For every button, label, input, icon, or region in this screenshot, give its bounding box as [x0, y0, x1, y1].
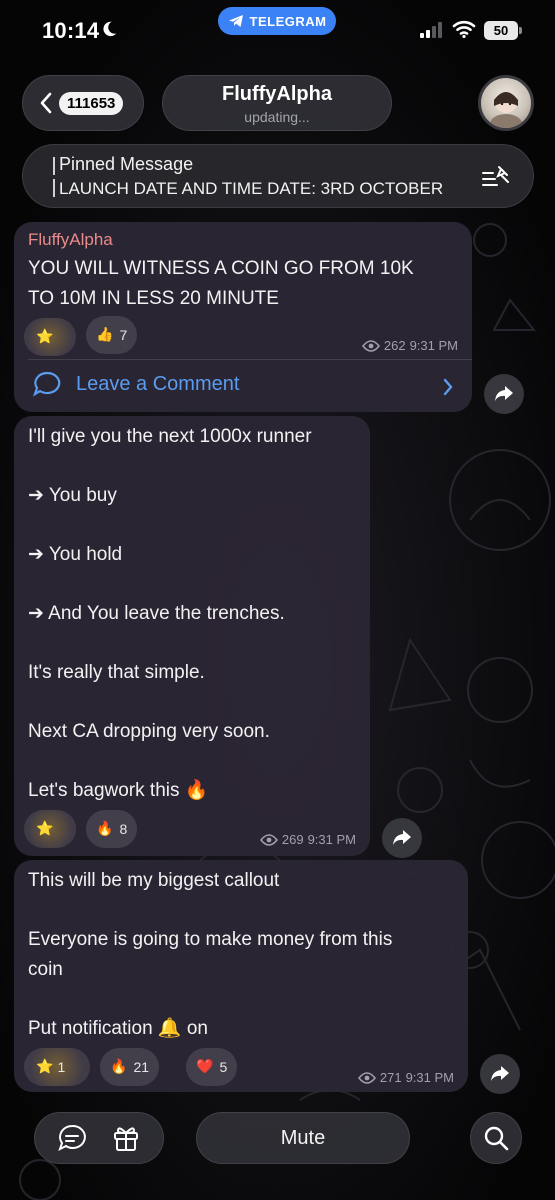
pinned-message-bar[interactable]: Pinned Message LAUNCH DATE AND TIME DATE… [22, 144, 534, 208]
message-meta: 271 9:31 PM [357, 1070, 454, 1085]
comment-bubble-icon [33, 371, 61, 397]
comment-label: Leave a Comment [76, 372, 240, 395]
star-emoji: ⭐ [36, 821, 54, 837]
message-line: Let's bagwork this 🔥 [28, 780, 209, 801]
message-line [28, 629, 312, 659]
message-meta: 269 9:31 PM [259, 832, 356, 847]
reaction-count: 8 [119, 821, 128, 837]
thumbs-up-emoji: 👍 [96, 327, 114, 343]
search-icon [484, 1126, 509, 1151]
share-button[interactable] [484, 374, 524, 414]
pinned-title: Pinned Message [59, 154, 194, 174]
view-count: 271 [379, 1070, 402, 1085]
pinned-indicator [53, 157, 55, 197]
comment-divider [28, 359, 472, 360]
signal-icon [420, 22, 442, 38]
eye-icon [259, 833, 278, 846]
reaction-heart[interactable]: ❤️ 5 [186, 1048, 238, 1086]
share-icon [495, 386, 513, 401]
status-time: 10:14 [42, 18, 100, 43]
heart-emoji: ❤️ [196, 1059, 214, 1075]
unread-count-badge: 111653 [59, 91, 124, 115]
bottom-actions [34, 1112, 164, 1164]
fire-emoji: 🔥 [96, 821, 114, 837]
chevron-left-icon [40, 92, 52, 114]
eye-icon [357, 1071, 376, 1084]
view-count: 269 [281, 832, 304, 847]
wifi-icon [452, 20, 476, 38]
mute-button[interactable]: Mute [196, 1112, 410, 1164]
pin-list-icon[interactable] [481, 163, 511, 191]
message-line: YOU WILL WITNESS A COIN GO FROM 10K [28, 258, 414, 279]
share-icon [393, 830, 411, 845]
reaction-star[interactable]: ⭐ 1 [24, 1048, 90, 1086]
back-button[interactable]: 111653 [22, 75, 144, 131]
message-author: FluffyAlpha [28, 230, 113, 249]
reaction-star[interactable]: ⭐ [24, 318, 76, 356]
gift-icon[interactable] [111, 1123, 141, 1153]
reaction-count: 7 [119, 327, 128, 343]
eye-icon [361, 339, 380, 352]
channel-title[interactable]: FluffyAlpha updating... [162, 75, 392, 131]
reaction-fire[interactable]: 🔥 8 [86, 810, 138, 848]
message-line: TO 10M IN LESS 20 MINUTE [28, 287, 279, 309]
reaction-count: 5 [219, 1059, 228, 1075]
reaction-count: 1 [57, 1059, 66, 1075]
message-time: 9:31 PM [405, 1070, 454, 1085]
message-line: Next CA dropping very soon. [28, 721, 270, 742]
message-line: ➔ You buy [28, 485, 117, 506]
chat-icon[interactable] [57, 1123, 87, 1153]
share-button[interactable] [382, 818, 422, 858]
reaction-star[interactable]: ⭐ [24, 810, 76, 848]
message-line: ➔ You hold [28, 544, 123, 565]
message-line: Put notification 🔔 on [28, 1017, 208, 1039]
avatar[interactable] [478, 75, 534, 131]
message-line [28, 688, 312, 718]
telegram-icon [228, 15, 243, 27]
message-line: coin [28, 958, 63, 980]
channel-name: FluffyAlpha [222, 83, 332, 105]
message-line [28, 452, 312, 482]
message-line: Everyone is going to make money from thi… [28, 929, 393, 950]
message-meta: 262 9:31 PM [361, 338, 458, 353]
message-bubble-2[interactable]: I'll give you the next 1000x runner ➔ Yo… [14, 416, 370, 856]
telegram-pill-label: TELEGRAM [249, 13, 327, 29]
message-line [28, 570, 312, 600]
message-line [28, 984, 392, 1014]
message-bubble-1[interactable]: FluffyAlpha YOU WILL WITNESS A COIN GO F… [14, 222, 472, 412]
fire-emoji: 🔥 [110, 1059, 128, 1075]
message-line: This will be my biggest callout [28, 870, 280, 891]
moon-icon [103, 21, 117, 37]
message-line: It's really that simple. [28, 662, 205, 683]
star-emoji: ⭐ [36, 329, 54, 345]
share-button[interactable] [480, 1054, 520, 1094]
chevron-right-icon [443, 378, 453, 396]
message-line [28, 747, 312, 777]
pinned-text: LAUNCH DATE AND TIME DATE: 3RD OCTOBER [59, 179, 444, 198]
star-emoji: ⭐ [36, 1059, 54, 1075]
message-line: ➔ And You leave the trenches. [28, 603, 285, 624]
message-bubble-3[interactable]: This will be my biggest callout Everyone… [14, 860, 468, 1092]
share-icon [491, 1066, 509, 1081]
reaction-thumbs-up[interactable]: 👍 7 [86, 316, 138, 354]
search-button[interactable] [470, 1112, 522, 1164]
view-count: 262 [383, 338, 406, 353]
leave-comment-button[interactable]: Leave a Comment [32, 370, 239, 398]
message-time: 9:31 PM [307, 832, 356, 847]
message-line [28, 511, 312, 541]
telegram-pill[interactable]: TELEGRAM [218, 7, 336, 35]
message-line [28, 896, 392, 926]
reaction-fire[interactable]: 🔥 21 [100, 1048, 160, 1086]
battery-indicator: 50 [484, 21, 522, 40]
message-line: I'll give you the next 1000x runner [28, 426, 312, 447]
message-time: 9:31 PM [409, 338, 458, 353]
channel-status: updating... [244, 109, 310, 125]
reaction-count: 21 [133, 1059, 150, 1075]
avatar-illustration [490, 91, 522, 128]
